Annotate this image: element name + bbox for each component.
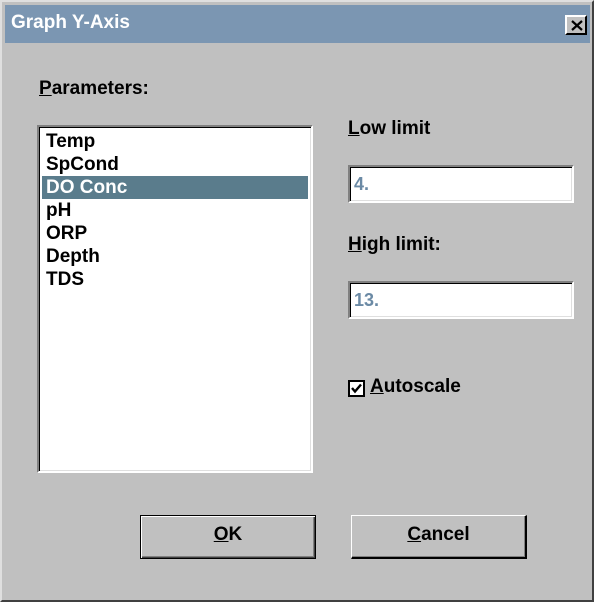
graph-y-axis-dialog: Graph Y-Axis Parameters: Temp SpCond DO Co… [0,0,594,602]
high-limit-label: High limit: [348,234,441,255]
high-limit-input[interactable] [353,286,564,314]
window-title: Graph Y-Axis [11,12,130,33]
parameter-item[interactable]: SpCond [42,153,308,176]
parameter-item[interactable]: Depth [42,245,308,268]
parameter-item[interactable]: TDS [42,268,308,291]
parameters-list: Temp SpCond DO Conc pH ORP Depth TDS [42,130,308,291]
cancel-button[interactable]: Cancel [351,515,527,559]
low-limit-input[interactable] [353,170,564,198]
checkmark-icon [351,383,362,394]
parameter-item[interactable]: Temp [42,130,308,153]
parameters-listbox[interactable]: Temp SpCond DO Conc pH ORP Depth TDS [37,125,313,473]
parameter-item[interactable]: ORP [42,222,308,245]
autoscale-checkbox[interactable] [348,380,365,397]
low-limit-field[interactable] [348,165,574,203]
low-limit-label: Low limit [348,118,431,139]
parameter-item[interactable]: DO Conc [42,176,308,199]
close-icon [571,20,583,31]
autoscale-label[interactable]: Autoscale [370,376,461,398]
high-limit-field[interactable] [348,281,574,319]
ok-button[interactable]: OK [140,515,316,559]
title-bar[interactable]: Graph Y-Axis [5,5,590,43]
close-button[interactable] [565,15,587,35]
parameters-label: Parameters: [39,78,149,99]
parameter-item[interactable]: pH [42,199,308,222]
